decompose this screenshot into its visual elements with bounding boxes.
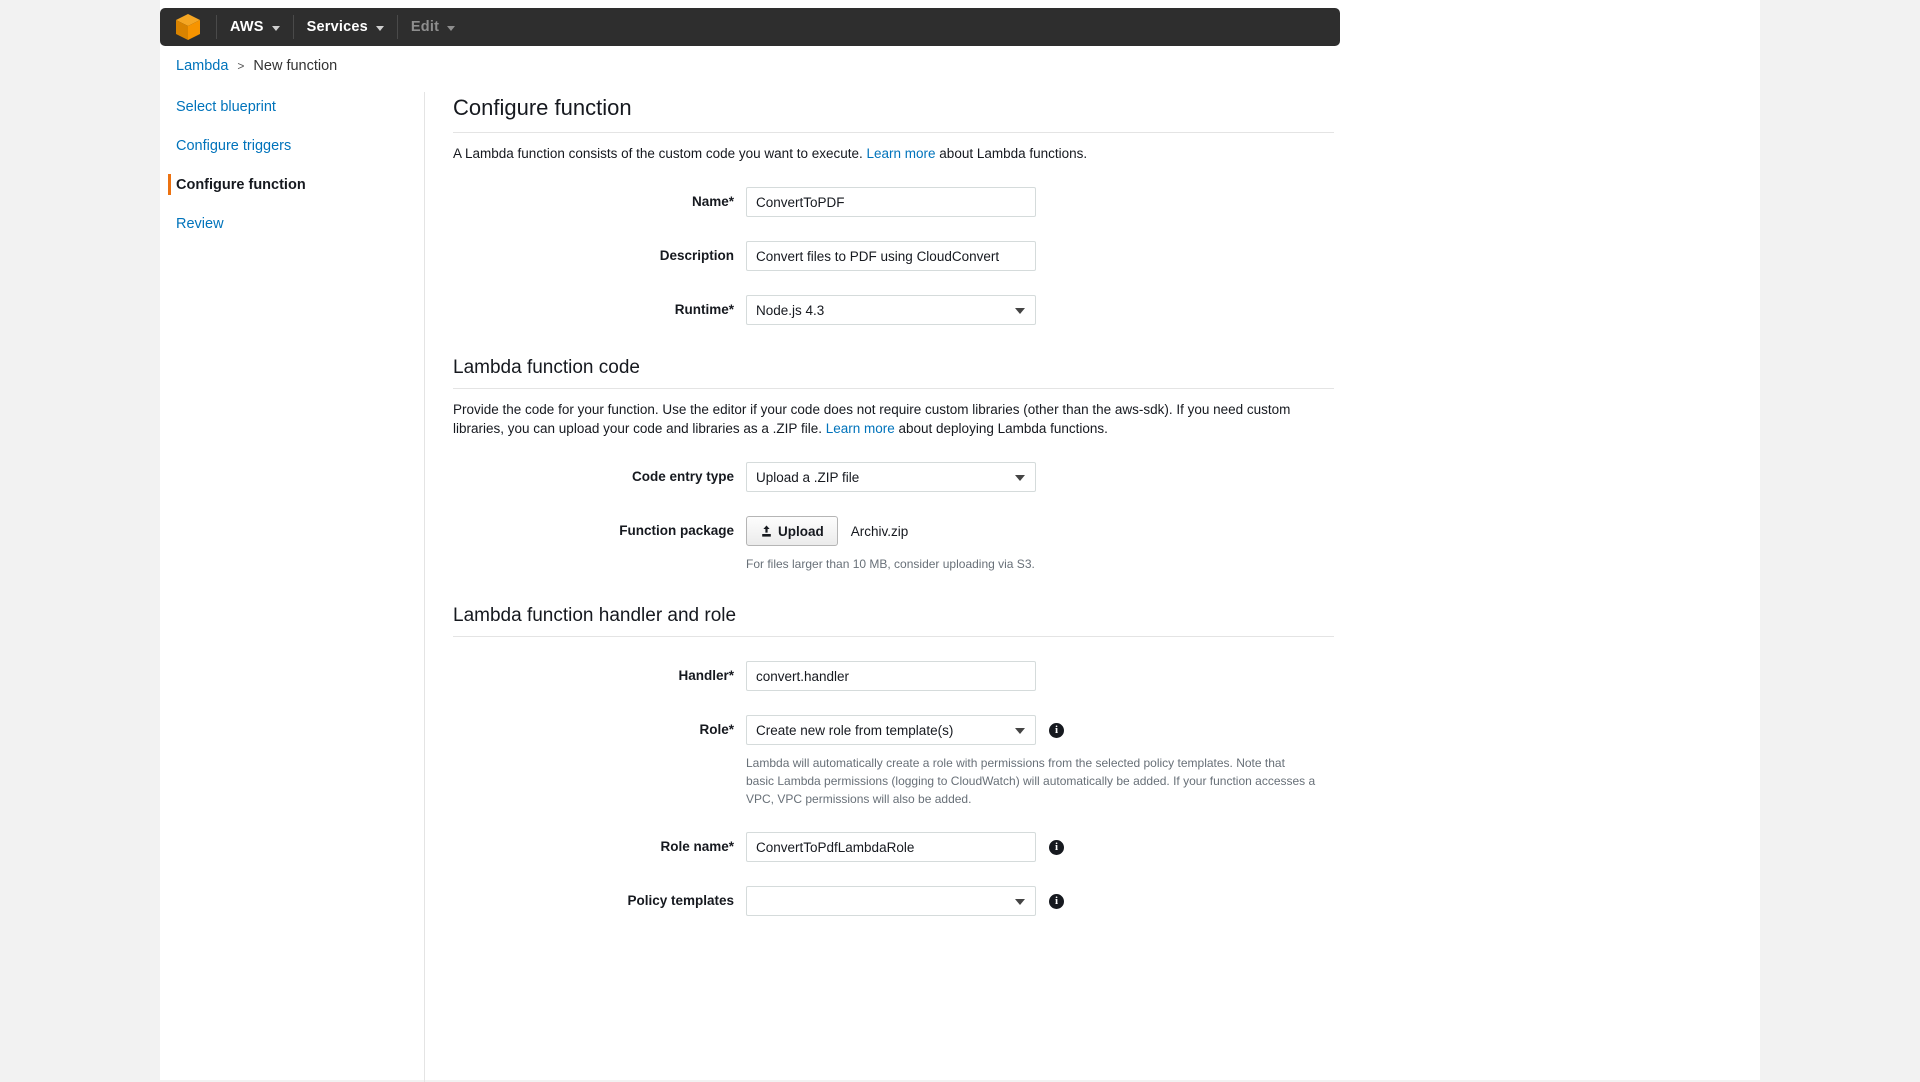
name-label: Name* [691,194,734,209]
role-hint: Lambda will automatically create a role … [746,756,1316,806]
chevron-down-icon [271,25,280,31]
nav-item-services-label: Services [306,19,368,35]
form-row-policy-templates: Policy templates i [453,886,1638,916]
sidebar-item-configure-triggers[interactable]: Configure triggers [168,131,418,161]
aws-cube-icon-svg [176,14,200,40]
description-input[interactable] [746,241,1036,271]
code-entry-type-label: Code entry type [631,469,734,484]
form-row-runtime: Runtime* Node.js 4.3 [453,295,1638,325]
breadcrumb: Lambda > New function [176,58,337,74]
nav-item-edit[interactable]: Edit [398,8,468,46]
form-row-name: Name* [453,187,1638,217]
chevron-down-icon [1015,475,1025,481]
sidebar-item-configure-function[interactable]: Configure function [168,170,418,200]
upload-button[interactable]: Upload [746,516,838,546]
nav-item-aws-label: AWS [230,19,264,35]
form-row-role-name: Role name* i [453,832,1638,862]
spacer-handler-section [453,573,1638,605]
wizard-sidebar: Select blueprint Configure triggers Conf… [168,92,418,248]
form-row-code-entry-type: Code entry type Upload a .ZIP file [453,462,1638,492]
chevron-down-icon [1015,308,1025,314]
role-name-input[interactable] [746,832,1036,862]
code-section-title: Lambda function code [453,357,1334,389]
main-content: Configure function A Lambda function con… [453,95,1638,916]
top-navbar: AWS Services Edit [160,8,1340,46]
info-icon[interactable]: i [1049,722,1064,738]
policy-templates-select[interactable] [746,886,1036,916]
role-name-label: Role name* [660,839,734,854]
role-label: Role* [699,722,734,737]
info-icon[interactable]: i [1049,839,1064,855]
sidebar-item-review[interactable]: Review [168,209,418,239]
nav-item-aws[interactable]: AWS [217,8,293,46]
spacer-code-section [453,325,1638,357]
code-entry-type-field-col: Upload a .ZIP file [746,462,1036,492]
function-package-hint: For files larger than 10 MB, consider up… [746,557,1035,571]
uploaded-file-name: Archiv.zip [850,523,909,539]
runtime-field-col: Node.js 4.3 [746,295,1036,325]
chevron-down-icon [447,25,456,31]
role-name-field-col: i [746,832,1064,862]
function-package-label: Function package [619,523,734,538]
code-entry-type-value: Upload a .ZIP file [756,469,860,485]
policy-templates-line: i [746,886,1064,916]
chevron-down-icon [375,25,384,31]
code-section-intro: Provide the code for your function. Use … [453,400,1323,438]
handler-section-title: Lambda function handler and role [453,605,1334,637]
role-field-col: Create new role from template(s) i Lambd… [746,715,1316,808]
runtime-select[interactable]: Node.js 4.3 [746,295,1036,325]
role-line: Create new role from template(s) i [746,715,1316,745]
nav-item-edit-label: Edit [410,19,440,35]
breadcrumb-separator: > [237,59,245,73]
code-entry-type-select[interactable]: Upload a .ZIP file [746,462,1036,492]
page-intro-text-before: A Lambda function consists of the custom… [453,146,867,161]
breadcrumb-current: New function [253,58,338,74]
role-select-value: Create new role from template(s) [756,722,954,738]
handler-label: Handler* [678,668,734,683]
form-row-function-package: Function package Upload Archiv.zip For f… [453,516,1638,573]
chevron-down-icon [1015,899,1025,905]
function-package-line: Upload Archiv.zip [746,516,1035,546]
form-row-handler: Handler* [453,661,1638,691]
description-label: Description [659,248,734,263]
page-container: AWS Services Edit Lambda > New function … [160,0,1760,1082]
form-row-role: Role* Create new role from template(s) i… [453,715,1638,808]
page-intro: A Lambda function consists of the custom… [453,144,1323,163]
handler-input[interactable] [746,661,1036,691]
info-icon[interactable]: i [1049,893,1064,909]
nav-item-services[interactable]: Services [294,8,397,46]
runtime-select-value: Node.js 4.3 [756,302,825,318]
form-row-description: Description [453,241,1638,271]
breadcrumb-link-lambda[interactable]: Lambda [176,58,228,74]
policy-templates-label: Policy templates [627,893,734,908]
aws-cube-icon[interactable] [160,8,216,46]
learn-more-link-deploying[interactable]: Learn more [826,421,895,436]
chevron-down-icon [1015,728,1025,734]
upload-icon [762,525,771,537]
handler-field-col [746,661,1036,691]
learn-more-link-lambda-functions[interactable]: Learn more [867,146,936,161]
page-title: Configure function [453,95,1334,133]
function-package-field-col: Upload Archiv.zip For files larger than … [746,516,1035,573]
runtime-label: Runtime* [674,302,734,317]
code-section-intro-after: about deploying Lambda functions. [894,421,1108,436]
sidebar-item-select-blueprint[interactable]: Select blueprint [168,92,418,122]
name-field-col [746,187,1036,217]
policy-templates-field-col: i [746,886,1064,916]
sidebar-content-divider [424,92,425,1082]
role-select[interactable]: Create new role from template(s) [746,715,1036,745]
upload-button-label: Upload [778,523,824,539]
description-field-col [746,241,1036,271]
role-name-line: i [746,832,1064,862]
page-intro-text-after: about Lambda functions. [935,146,1088,161]
name-input[interactable] [746,187,1036,217]
